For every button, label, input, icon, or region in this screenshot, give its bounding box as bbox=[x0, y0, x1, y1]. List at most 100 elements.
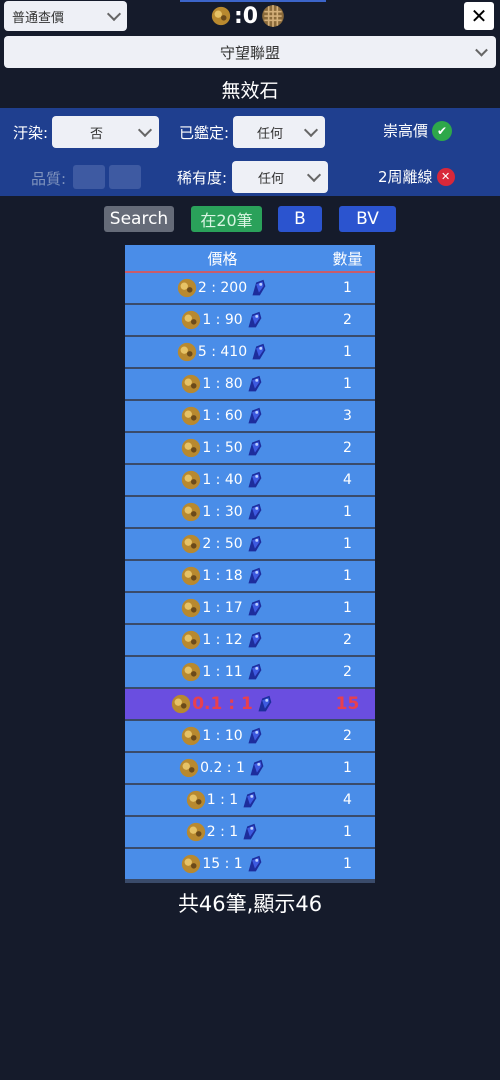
quality-max-input[interactable] bbox=[109, 165, 141, 189]
scouring-orb-icon bbox=[262, 5, 284, 27]
chevron-down-icon bbox=[475, 43, 488, 57]
exalted-orb-icon bbox=[182, 310, 201, 330]
identified-select[interactable]: 任何 bbox=[233, 116, 325, 148]
price-cell: 1 : 90 bbox=[125, 309, 320, 331]
table-row[interactable]: 1 : 10 2 bbox=[125, 721, 375, 753]
price-cell: 2 : 1 bbox=[125, 821, 320, 843]
top-bar: 普通查價 :0 ✕ bbox=[0, 0, 500, 34]
price-ratio: 1 : 1 bbox=[206, 792, 239, 808]
price-cell: 1 : 80 bbox=[125, 373, 320, 395]
qty-cell: 1 bbox=[343, 856, 352, 872]
table-row[interactable]: 1 : 12 2 bbox=[125, 625, 375, 657]
qty-cell: 4 bbox=[343, 472, 352, 488]
price-ratio: 1 : 50 bbox=[202, 440, 243, 456]
exalted-orb-icon bbox=[182, 566, 201, 586]
qty-cell: 1 bbox=[343, 504, 352, 520]
exalted-orb-icon bbox=[177, 278, 197, 298]
x-icon: ✕ bbox=[436, 167, 455, 186]
table-row[interactable]: 1 : 1 4 bbox=[125, 785, 375, 817]
table-row[interactable]: 0.2 : 1 1 bbox=[125, 753, 375, 785]
qty-cell: 2 bbox=[343, 440, 352, 456]
divine-orb-icon bbox=[248, 471, 262, 488]
table-row[interactable]: 2 : 50 1 bbox=[125, 529, 375, 561]
price-ratio: 1 : 12 bbox=[202, 632, 243, 648]
price-ratio: 1 : 60 bbox=[202, 408, 243, 424]
query-mode-select[interactable]: 普通查價 bbox=[4, 1, 127, 31]
price-ratio: 1 : 80 bbox=[202, 376, 243, 392]
price-cell: 1 : 12 bbox=[125, 629, 320, 651]
price-ratio: 1 : 10 bbox=[202, 728, 243, 744]
price-ratio: 1 : 11 bbox=[202, 664, 243, 680]
price-cell: 0.2 : 1 bbox=[125, 757, 320, 779]
table-row[interactable]: 2 : 200 1 bbox=[125, 273, 375, 305]
price-header: 價格 bbox=[207, 249, 238, 268]
count-button[interactable]: 在20筆 bbox=[191, 206, 262, 232]
exalted-orb-icon bbox=[182, 502, 201, 522]
divine-orb-icon bbox=[248, 855, 262, 872]
quality-min-input[interactable] bbox=[73, 165, 105, 189]
league-select[interactable]: 守望聯盟 bbox=[4, 36, 496, 68]
identified-value: 任何 bbox=[256, 126, 283, 142]
exalted-orb-icon bbox=[182, 630, 201, 650]
qty-cell: 2 bbox=[343, 664, 352, 680]
price-ratio: 1 : 90 bbox=[202, 312, 243, 328]
price-cell: 1 : 1 bbox=[125, 789, 320, 811]
price-cell: 1 : 11 bbox=[125, 661, 320, 683]
exalted-filter[interactable]: 崇高價 ✔ bbox=[383, 120, 453, 141]
result-summary: 共46筆,顯示46 bbox=[177, 892, 323, 916]
exalted-orb-icon bbox=[182, 662, 201, 682]
rarity-value: 任何 bbox=[257, 171, 284, 187]
price-cell: 1 : 17 bbox=[125, 597, 320, 619]
offline-label: 2周離線 bbox=[378, 168, 433, 186]
price-cell: 2 : 200 bbox=[125, 277, 320, 299]
table-row[interactable]: 1 : 50 2 bbox=[125, 433, 375, 465]
divine-orb-icon bbox=[258, 695, 272, 712]
price-cell: 1 : 60 bbox=[125, 405, 320, 427]
offline-filter[interactable]: 2周離線 ✕ bbox=[378, 166, 455, 187]
table-row[interactable]: 1 : 80 1 bbox=[125, 369, 375, 401]
table-row[interactable]: 2 : 1 1 bbox=[125, 817, 375, 849]
exalted-orb-icon bbox=[182, 438, 201, 458]
table-row[interactable]: 1 : 18 1 bbox=[125, 561, 375, 593]
exalted-orb-icon bbox=[186, 790, 205, 810]
divine-orb-icon bbox=[248, 407, 262, 424]
table-row[interactable]: 1 : 11 2 bbox=[125, 657, 375, 689]
table-row[interactable]: 1 : 30 1 bbox=[125, 497, 375, 529]
bv-button[interactable]: BV bbox=[339, 206, 396, 232]
table-row[interactable]: 1 : 40 4 bbox=[125, 465, 375, 497]
chevron-down-icon bbox=[106, 6, 122, 22]
orb-count-value: :0 bbox=[234, 3, 259, 29]
table-row[interactable]: 5 : 410 1 bbox=[125, 337, 375, 369]
qty-cell: 2 bbox=[343, 728, 352, 744]
identified-label: 已鑑定: bbox=[179, 124, 230, 142]
table-row[interactable]: 1 : 60 3 bbox=[125, 401, 375, 433]
qty-cell: 15 bbox=[335, 694, 360, 714]
price-table: 價格 數量 2 : 200 1 1 : 90 2 5 : 410 1 1 : 80 1 1 : … bbox=[125, 245, 375, 883]
table-row[interactable]: 1 : 17 1 bbox=[125, 593, 375, 625]
orb-count: :0 bbox=[210, 2, 286, 30]
divine-orb-icon bbox=[248, 727, 262, 744]
search-button[interactable]: Search bbox=[104, 206, 174, 232]
price-cell: 0.1 : 1 bbox=[125, 693, 320, 715]
table-row[interactable]: 15 : 1 1 bbox=[125, 849, 375, 881]
close-button[interactable]: ✕ bbox=[464, 2, 494, 30]
divine-orb-icon bbox=[248, 631, 262, 648]
corrupted-select[interactable]: 否 bbox=[52, 116, 159, 148]
table-bottom-border bbox=[125, 881, 375, 883]
query-mode-label: 普通查價 bbox=[12, 10, 65, 26]
qty-cell: 1 bbox=[343, 376, 352, 392]
price-ratio: 2 : 50 bbox=[202, 536, 243, 552]
exalted-orb-icon bbox=[186, 822, 205, 842]
table-row[interactable]: 1 : 90 2 bbox=[125, 305, 375, 337]
chevron-down-icon bbox=[306, 167, 322, 183]
price-cell: 1 : 10 bbox=[125, 725, 320, 747]
qty-cell: 2 bbox=[343, 312, 352, 328]
divine-orb-icon bbox=[250, 759, 264, 776]
exalted-orb-icon bbox=[182, 854, 201, 874]
b-button[interactable]: B bbox=[278, 206, 322, 232]
rarity-select[interactable]: 任何 bbox=[232, 161, 328, 193]
price-cell: 1 : 18 bbox=[125, 565, 320, 587]
price-ratio: 1 : 40 bbox=[202, 472, 243, 488]
qty-cell: 1 bbox=[343, 824, 352, 840]
table-row[interactable]: 0.1 : 1 15 bbox=[125, 689, 375, 721]
